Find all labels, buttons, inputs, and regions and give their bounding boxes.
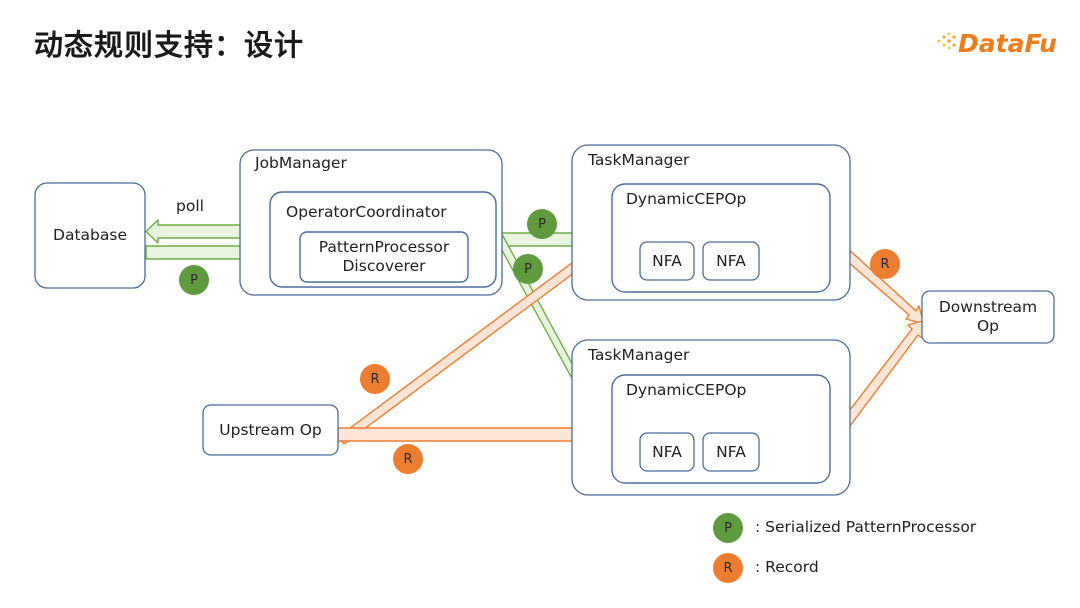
node-patternprocessordiscoverer[interactable] [299, 231, 469, 283]
node-downstream-op[interactable] [921, 290, 1055, 344]
edge-label-poll: poll [176, 197, 204, 215]
legend-text-r: : Record [755, 558, 819, 576]
legend-badge-p-icon [713, 513, 743, 543]
legend-text-p: : Serialized PatternProcessor [755, 518, 977, 536]
legend-badge-r-icon [713, 553, 743, 583]
architecture-diagram [34, 144, 1055, 583]
node-database[interactable] [34, 182, 146, 289]
node-nfa-1b[interactable] [702, 241, 760, 281]
badge-r-upstream-tm1-icon [360, 364, 390, 394]
node-nfa-2b[interactable] [702, 432, 760, 472]
slide: 动态规则支持：设计 DataFun. [0, 0, 1080, 608]
badge-p-database-icon [179, 265, 209, 295]
badge-r-upstream-tm2-icon [393, 444, 423, 474]
badge-p-taskmanager1-icon [527, 209, 557, 239]
node-nfa-2a[interactable] [639, 432, 695, 472]
node-nfa-1a[interactable] [639, 241, 695, 281]
badge-r-downstream-icon [870, 249, 900, 279]
node-upstream-op[interactable] [202, 404, 339, 456]
badge-p-taskmanager2-icon [513, 254, 543, 284]
